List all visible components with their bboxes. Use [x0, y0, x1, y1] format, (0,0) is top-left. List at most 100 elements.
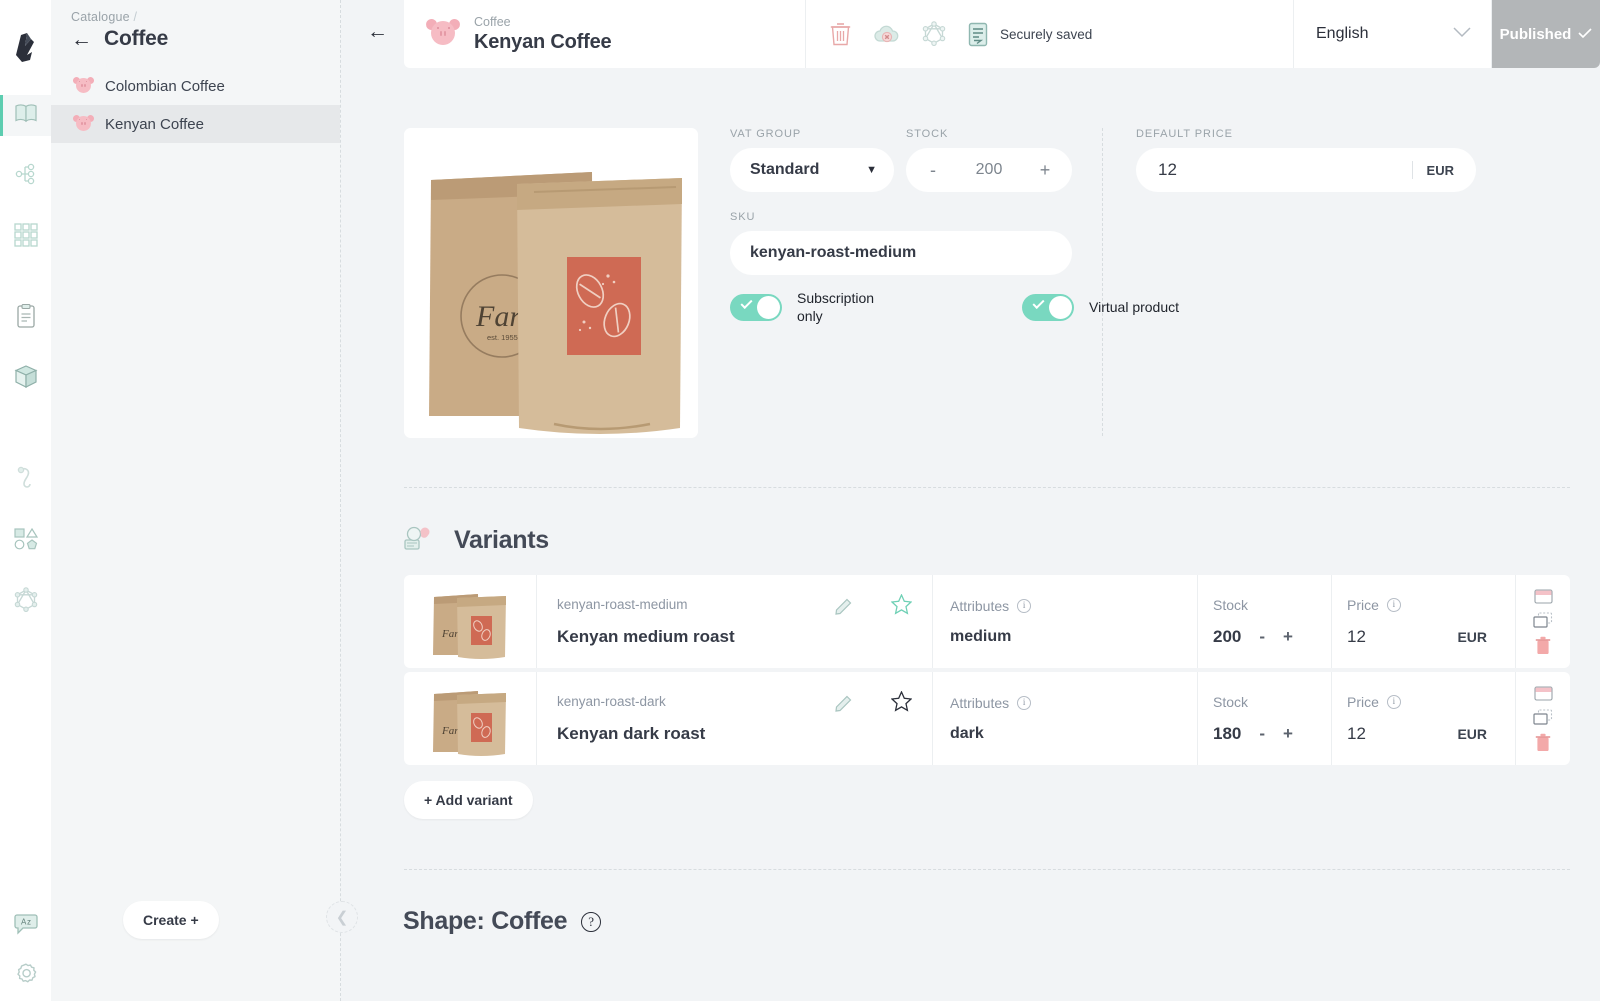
sku-input[interactable]: kenyan-roast-medium	[730, 231, 1072, 275]
sidebar-item-grid[interactable]	[0, 217, 51, 258]
main-content: ← Coffee Kenyan Coffee Securely saved En…	[341, 0, 1600, 1001]
arrow-left-icon[interactable]: ←	[367, 20, 388, 44]
chevron-left-icon[interactable]: ❮	[326, 901, 358, 933]
list-item-kenyan-coffee[interactable]: Kenyan Coffee	[51, 105, 340, 143]
variant-price-value[interactable]: 12	[1347, 724, 1366, 744]
caret-down-icon: ▼	[866, 164, 877, 176]
info-icon[interactable]: i	[1017, 598, 1032, 613]
check-icon	[740, 296, 753, 310]
breadcrumb-separator: /	[133, 10, 138, 24]
cloud-unpublish-icon[interactable]	[873, 23, 900, 45]
sidebar-item-catalogue[interactable]	[0, 95, 51, 136]
variant-stock-increment[interactable]: +	[1283, 627, 1293, 647]
variant-stock-value[interactable]: 200	[1213, 627, 1241, 647]
virtual-product-toggle-row: Virtual product	[1022, 290, 1179, 325]
info-icon[interactable]: i	[1017, 695, 1032, 710]
variant-stock-increment[interactable]: +	[1283, 724, 1293, 744]
duplicate-icon[interactable]	[1533, 611, 1553, 630]
stock-decrement-button[interactable]: -	[926, 160, 940, 181]
trash-icon[interactable]	[1535, 635, 1551, 656]
price-column-header: Price i	[1347, 694, 1515, 710]
stock-increment-button[interactable]: +	[1038, 160, 1052, 181]
toggle-knob	[757, 296, 780, 319]
product-title: Kenyan Coffee	[474, 30, 612, 53]
sku-field: SKU kenyan-roast-medium	[730, 211, 1072, 275]
variants-header: Variants	[403, 523, 549, 558]
info-icon[interactable]: i	[1386, 694, 1401, 709]
image-card-icon[interactable]	[1533, 684, 1553, 703]
create-button[interactable]: Create +	[123, 901, 219, 939]
list-item-label: Kenyan Coffee	[105, 115, 204, 133]
arrow-left-icon[interactable]: ←	[71, 29, 92, 50]
variant-stock-value[interactable]: 180	[1213, 724, 1241, 744]
catalogue-pane-header: Catalogue / ← Coffee	[51, 0, 340, 51]
duplicate-icon[interactable]	[1533, 708, 1553, 727]
star-icon[interactable]	[890, 690, 913, 717]
price-label: Price	[1347, 693, 1379, 710]
sidebar-item-webhooks[interactable]	[0, 460, 51, 501]
graphql-icon[interactable]	[922, 21, 946, 47]
document-saved-icon[interactable]	[968, 22, 988, 47]
subscription-only-toggle[interactable]	[730, 294, 782, 321]
trash-icon[interactable]	[830, 22, 851, 46]
variant-price-value[interactable]: 12	[1347, 627, 1366, 647]
add-variant-button[interactable]: + Add variant	[404, 781, 533, 819]
product-subtitle: Coffee	[474, 14, 511, 29]
catalogue-book-icon	[14, 103, 37, 128]
attributes-label: Attributes	[950, 597, 1010, 614]
variant-stock-cell: Stock 180 - +	[1198, 672, 1332, 765]
variant-sku: kenyan-roast-medium	[557, 596, 688, 612]
info-icon[interactable]: i	[1386, 597, 1401, 612]
section-divider	[404, 487, 1570, 488]
clipboard-document-icon	[16, 303, 36, 333]
crystallize-logo-icon[interactable]	[0, 0, 51, 95]
sidebar-item-language[interactable]: A z	[0, 901, 51, 951]
star-icon[interactable]	[890, 593, 913, 620]
sidebar-item-documents[interactable]	[0, 298, 51, 339]
variant-name: Kenyan dark roast	[557, 723, 706, 743]
page-title: Coffee	[104, 27, 169, 50]
chevron-down-icon	[1453, 25, 1471, 43]
hook-icon	[15, 466, 37, 495]
topbar-product-info: Coffee Kenyan Coffee	[404, 0, 806, 68]
currency-selector[interactable]: EUR	[1411, 161, 1476, 179]
virtual-product-toggle[interactable]	[1022, 294, 1074, 321]
product-image[interactable]: Farst est. 1955	[404, 128, 698, 438]
list-item-colombian-coffee[interactable]: Colombian Coffee	[51, 67, 340, 105]
breadcrumb-catalogue[interactable]: Catalogue	[71, 10, 130, 24]
sidebar-item-settings[interactable]	[0, 951, 51, 1001]
catalogue-pane: Catalogue / ← Coffee Colombian Coffee Ke…	[51, 0, 341, 1001]
language-selector[interactable]: English	[1294, 0, 1492, 68]
check-icon	[1578, 26, 1592, 43]
question-mark-icon[interactable]: ?	[581, 911, 602, 932]
sidebar-item-topics[interactable]	[0, 156, 51, 197]
publish-status-button[interactable]: Published	[1492, 0, 1600, 68]
variants-title: Variants	[454, 526, 549, 554]
sidebar-item-products[interactable]	[0, 359, 51, 400]
pig-icon	[424, 16, 462, 50]
divider	[1411, 161, 1413, 179]
variant-stock-decrement[interactable]: -	[1259, 724, 1265, 744]
pencil-icon[interactable]	[835, 695, 852, 717]
stock-input[interactable]: 200	[976, 161, 1003, 179]
variant-thumbnail[interactable]: Farst	[404, 575, 537, 668]
variant-stock-decrement[interactable]: -	[1259, 627, 1265, 647]
vat-group-select[interactable]: Standard ▼	[730, 148, 894, 192]
section-divider	[404, 869, 1570, 870]
virtual-product-label: Virtual product	[1089, 298, 1180, 315]
sidebar-item-shapes[interactable]	[0, 521, 51, 562]
variant-stock-cell: Stock 200 - +	[1198, 575, 1332, 668]
product-topbar: Coffee Kenyan Coffee Securely saved Engl…	[404, 0, 1600, 68]
sku-label: SKU	[730, 211, 756, 223]
sidebar-item-api[interactable]	[0, 582, 51, 623]
default-price-label: DEFAULT PRICE	[1136, 128, 1233, 140]
toggle-knob	[1049, 296, 1072, 319]
default-price-field: DEFAULT PRICE 12 EUR	[1136, 128, 1476, 192]
gear-icon	[14, 962, 38, 991]
variant-currency: EUR	[1457, 628, 1487, 645]
default-price-input[interactable]: 12	[1158, 160, 1177, 180]
variant-thumbnail[interactable]: Farst	[404, 672, 537, 765]
trash-icon[interactable]	[1535, 732, 1551, 753]
image-card-icon[interactable]	[1533, 587, 1553, 606]
pencil-icon[interactable]	[835, 598, 852, 620]
